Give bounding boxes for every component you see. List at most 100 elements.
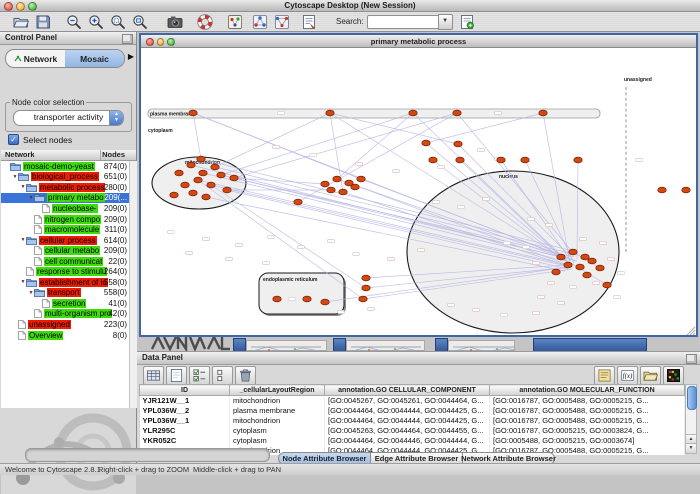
tree-row-overview[interactable]: Overview8(0) bbox=[1, 330, 129, 341]
tab-network[interactable]: Network bbox=[6, 50, 65, 67]
column-header[interactable]: annotation.GO CELLULAR_COMPONENT bbox=[325, 385, 490, 396]
minimize-button[interactable] bbox=[16, 2, 25, 11]
graph-node[interactable] bbox=[682, 187, 690, 193]
graph-node[interactable] bbox=[583, 272, 591, 278]
view-close-button[interactable] bbox=[146, 38, 154, 46]
graph-node[interactable] bbox=[321, 181, 329, 187]
graph-node[interactable] bbox=[351, 184, 359, 190]
graph-node[interactable] bbox=[552, 269, 560, 275]
graph-node[interactable] bbox=[230, 175, 238, 181]
tree-row-nucleobase-[interactable]: nucleobase-209(0) bbox=[1, 203, 129, 214]
graph-node[interactable] bbox=[658, 187, 666, 193]
background-window-thumbnail[interactable] bbox=[346, 340, 425, 351]
snapshot-icon[interactable] bbox=[166, 13, 184, 31]
graph-node[interactable] bbox=[303, 296, 311, 302]
graph-node[interactable] bbox=[574, 157, 582, 163]
tab-mosaic[interactable]: Mosaic bbox=[65, 50, 124, 67]
graph-node[interactable] bbox=[326, 110, 334, 116]
graph-node[interactable] bbox=[588, 258, 596, 264]
graph-node[interactable] bbox=[273, 296, 281, 302]
view-zoom-button[interactable] bbox=[167, 38, 175, 46]
background-window-thumbnail[interactable] bbox=[246, 340, 327, 351]
background-window-titlebar-fragment[interactable] bbox=[333, 338, 346, 352]
zoom-window-button[interactable] bbox=[28, 2, 37, 11]
resize-grip-icon[interactable] bbox=[687, 327, 695, 335]
new-attribute-icon[interactable] bbox=[166, 366, 187, 385]
graph-node[interactable] bbox=[539, 110, 547, 116]
save-icon[interactable] bbox=[34, 13, 52, 31]
tree-row-unassigned[interactable]: unassigned223(0) bbox=[1, 319, 129, 330]
graph-node[interactable] bbox=[211, 164, 219, 170]
float-panel-icon[interactable] bbox=[122, 34, 133, 44]
graph-node[interactable] bbox=[596, 265, 604, 271]
view-minimize-button[interactable] bbox=[157, 38, 165, 46]
matrix-view-icon[interactable] bbox=[663, 366, 684, 385]
import-attributes-icon[interactable] bbox=[640, 366, 661, 385]
tree-row-transport[interactable]: ▼transport558(0) bbox=[1, 288, 129, 299]
apply-layout-icon[interactable] bbox=[251, 13, 269, 31]
scroll-down-icon[interactable]: ▼ bbox=[686, 443, 696, 453]
tree-row-multi-organism-pro[interactable]: multi-organism pro42(0) bbox=[1, 309, 129, 320]
graph-node[interactable] bbox=[294, 199, 302, 205]
background-window-titlebar-fragment[interactable] bbox=[533, 338, 647, 352]
tree-row-macromolecule[interactable]: macromolecule311(0) bbox=[1, 224, 129, 235]
graph-node[interactable] bbox=[175, 170, 183, 176]
graph-node[interactable] bbox=[217, 172, 225, 178]
background-window-thumbnail[interactable] bbox=[448, 340, 515, 351]
graph-node[interactable] bbox=[170, 192, 178, 198]
checked-list-icon[interactable] bbox=[189, 366, 210, 385]
graph-node[interactable] bbox=[357, 176, 365, 182]
help-icon[interactable] bbox=[196, 13, 214, 31]
graph-node[interactable] bbox=[189, 110, 197, 116]
zoom-fit-icon[interactable] bbox=[131, 13, 149, 31]
tree-row-primary-metabo[interactable]: ▼primary metabo209(... bbox=[1, 193, 129, 204]
tree-row-biological-process[interactable]: ▼biological_process651(0) bbox=[1, 172, 129, 183]
graph-node[interactable] bbox=[581, 254, 589, 260]
zoom-selected-icon[interactable] bbox=[109, 13, 127, 31]
graph-node[interactable] bbox=[557, 254, 565, 260]
apply-layout-alt-icon[interactable] bbox=[273, 13, 291, 31]
graph-node[interactable] bbox=[327, 187, 335, 193]
search-input[interactable] bbox=[367, 15, 438, 29]
graph-node[interactable] bbox=[454, 141, 462, 147]
scrollbar-thumb[interactable] bbox=[687, 386, 697, 410]
graph-node[interactable] bbox=[569, 249, 577, 255]
graph-node[interactable] bbox=[603, 282, 611, 288]
plugin-icon[interactable] bbox=[458, 13, 476, 31]
close-button[interactable] bbox=[4, 2, 13, 11]
graph-node[interactable] bbox=[197, 156, 205, 162]
graph-node[interactable] bbox=[497, 157, 505, 163]
tree-scrollbar[interactable] bbox=[129, 161, 137, 408]
graph-node[interactable] bbox=[422, 140, 430, 146]
graph-node[interactable] bbox=[359, 296, 367, 302]
node-color-dropdown[interactable]: transporter activity ▲▼ bbox=[13, 110, 124, 126]
select-attributes-icon[interactable] bbox=[143, 366, 164, 385]
table-row[interactable]: YPL036W__1mitochondrion[GO:0044464, GO:0… bbox=[140, 416, 685, 426]
table-row[interactable]: YPL036W__2plasma membrane[GO:0044464, GO… bbox=[140, 406, 685, 416]
tree-row-nitrogen-compo[interactable]: nitrogen compo209(0) bbox=[1, 214, 129, 225]
graph-node[interactable] bbox=[564, 262, 572, 268]
float-data-panel-icon[interactable] bbox=[686, 354, 697, 364]
background-window-titlebar-fragment[interactable] bbox=[233, 338, 246, 352]
graph-node[interactable] bbox=[362, 285, 370, 291]
column-header[interactable]: _cellularLayoutRegion bbox=[230, 385, 325, 396]
graph-node[interactable] bbox=[456, 157, 464, 163]
zoom-in-icon[interactable] bbox=[87, 13, 105, 31]
tree-row-cellular-process[interactable]: ▼cellular process614(0) bbox=[1, 235, 129, 246]
tree-row-secretion[interactable]: secretion41(0) bbox=[1, 298, 129, 309]
column-header[interactable]: ID bbox=[140, 385, 230, 396]
tree-row-metabolic-process[interactable]: ▼metabolic process280(0) bbox=[1, 182, 129, 193]
column-header[interactable]: annotation.GO MOLECULAR_FUNCTION bbox=[490, 385, 685, 396]
graph-node[interactable] bbox=[194, 177, 202, 183]
graph-node[interactable] bbox=[187, 162, 195, 168]
tree-row-response-to-stimulu[interactable]: response to stimulu264(0) bbox=[1, 266, 129, 277]
vizmapper-icon[interactable] bbox=[226, 13, 244, 31]
tree-row-cell-communicat[interactable]: cell communicat22(0) bbox=[1, 256, 129, 267]
graph-node[interactable] bbox=[576, 264, 584, 270]
tree-row-cellular-metabo[interactable]: cellular metabo209(0) bbox=[1, 245, 129, 256]
graph-node[interactable] bbox=[409, 110, 417, 116]
graph-node[interactable] bbox=[199, 170, 207, 176]
graph-node[interactable] bbox=[321, 299, 329, 305]
attribute-editor-icon[interactable] bbox=[594, 366, 615, 385]
table-scrollbar[interactable]: ▲ ▼ bbox=[685, 384, 697, 454]
